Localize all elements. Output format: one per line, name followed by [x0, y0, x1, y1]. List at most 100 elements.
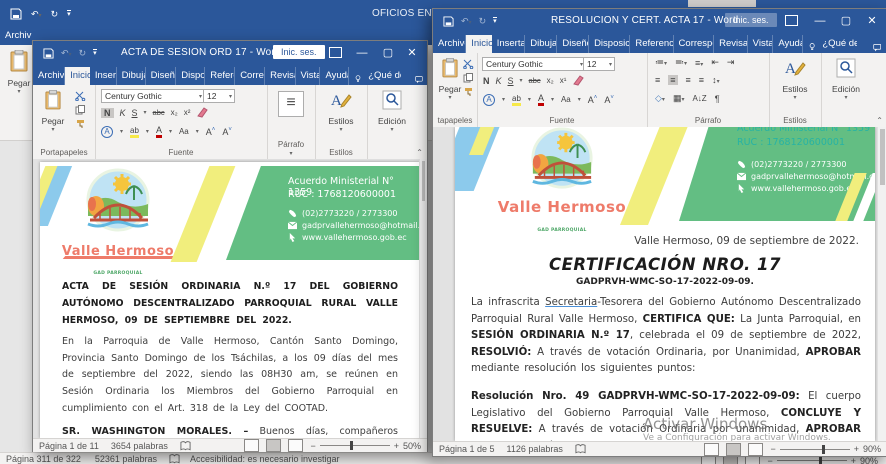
- zoom-slider[interactable]: [777, 460, 847, 461]
- save-icon[interactable]: [43, 48, 54, 59]
- styles-button[interactable]: A Estilos▾: [324, 90, 358, 133]
- tab-archivo[interactable]: Archivo: [433, 35, 466, 53]
- align-right-button[interactable]: ≡: [686, 75, 691, 85]
- format-painter-icon[interactable]: [463, 87, 474, 97]
- ribbon-display-options-icon[interactable]: [329, 47, 342, 58]
- undo-icon[interactable]: ↶▾: [31, 9, 42, 20]
- right-vertical-scrollbar[interactable]: [877, 127, 886, 441]
- web-layout-icon[interactable]: [288, 439, 303, 452]
- close-button[interactable]: ✕: [857, 9, 886, 33]
- save-icon[interactable]: [10, 8, 22, 20]
- tab-dibujar[interactable]: Dibujar: [525, 35, 557, 53]
- copy-icon[interactable]: [463, 73, 474, 83]
- tab-inicio[interactable]: Inicio: [65, 67, 90, 85]
- align-left-button[interactable]: ≡: [655, 75, 660, 85]
- font-size-select[interactable]: 12▾: [203, 89, 235, 103]
- tab-vista[interactable]: Vista: [748, 35, 774, 53]
- editing-button[interactable]: Edición▾: [375, 90, 409, 133]
- zoom-out-button[interactable]: −: [770, 444, 775, 454]
- clear-formatting-icon[interactable]: [572, 75, 584, 86]
- tab-correspondencia[interactable]: Corres: [235, 67, 265, 85]
- line-spacing-button[interactable]: ↕▾: [712, 75, 720, 85]
- align-center-button[interactable]: ≡: [668, 75, 677, 85]
- italic-button[interactable]: K: [496, 76, 502, 86]
- font-color-button[interactable]: A: [156, 125, 162, 138]
- read-mode-icon[interactable]: [244, 439, 259, 452]
- tab-ayuda[interactable]: Ayuda: [773, 35, 803, 53]
- background-page-indicator[interactable]: Página 311 de 322: [6, 454, 81, 464]
- redo-icon[interactable]: ↻: [79, 48, 87, 59]
- tab-diseno[interactable]: Diseño: [557, 35, 589, 53]
- tab-disposicion[interactable]: Disposició: [589, 35, 630, 53]
- left-word-count[interactable]: 3654 palabras: [111, 441, 168, 451]
- right-zoom-level[interactable]: 90%: [863, 444, 881, 454]
- right-signin-button[interactable]: Inic. ses.: [725, 13, 777, 27]
- customize-qat-icon[interactable]: ▾: [93, 49, 97, 57]
- collapse-ribbon-icon[interactable]: ⌃: [876, 116, 883, 125]
- tab-archivo-background[interactable]: Archiv: [0, 29, 36, 45]
- change-case-button[interactable]: Aa: [179, 127, 189, 136]
- right-document-page[interactable]: Valle Hermoso GAD PARROQUIAL Acuerdo Min…: [455, 127, 875, 441]
- tab-revisar[interactable]: Revisa: [265, 67, 295, 85]
- zoom-slider[interactable]: [780, 449, 850, 450]
- grow-font-button[interactable]: A˄: [206, 127, 216, 137]
- ribbon-display-options-icon[interactable]: [785, 15, 798, 26]
- left-zoom-level[interactable]: 50%: [403, 441, 421, 451]
- text-effects-button[interactable]: A: [101, 126, 113, 138]
- paste-button-background[interactable]: Pegar ▾: [2, 50, 36, 95]
- underline-button[interactable]: S: [508, 76, 514, 86]
- cut-icon[interactable]: [75, 91, 86, 101]
- zoom-in-button[interactable]: +: [394, 441, 399, 451]
- proofing-icon[interactable]: [180, 441, 191, 451]
- shrink-font-button[interactable]: A˅: [222, 127, 232, 137]
- font-size-select[interactable]: 12▾: [583, 57, 615, 71]
- tab-referencias[interactable]: Refere: [205, 67, 235, 85]
- redo-icon[interactable]: ↻: [479, 16, 487, 27]
- strikethrough-button[interactable]: abc: [529, 76, 541, 85]
- customize-qat-icon[interactable]: ▾: [67, 10, 71, 19]
- tab-diseno[interactable]: Diseño: [146, 67, 177, 85]
- paste-button[interactable]: Pegar▾: [433, 58, 467, 101]
- close-button[interactable]: ✕: [397, 41, 427, 65]
- comments-icon[interactable]: [873, 42, 881, 53]
- shading-button[interactable]: ◇▾: [655, 93, 665, 104]
- font-name-select[interactable]: Century Gothic▾: [101, 89, 205, 103]
- tell-me-lightbulb-icon[interactable]: [355, 73, 361, 85]
- right-page-indicator[interactable]: Página 1 de 5: [439, 444, 495, 454]
- redo-icon[interactable]: ↻: [51, 9, 59, 20]
- show-paragraph-marks-button[interactable]: ¶: [715, 94, 720, 104]
- tab-referencias[interactable]: Referencia: [630, 35, 673, 53]
- subscript-button[interactable]: x₂: [171, 108, 178, 117]
- left-page-indicator[interactable]: Página 1 de 11: [39, 441, 99, 451]
- save-icon[interactable]: [443, 16, 454, 27]
- proofing-icon[interactable]: [575, 444, 586, 454]
- cut-icon[interactable]: [463, 59, 474, 69]
- print-layout-icon[interactable]: [726, 443, 741, 456]
- decrease-indent-button[interactable]: ⇤: [711, 57, 719, 68]
- paste-button[interactable]: Pegar▾: [36, 90, 70, 133]
- text-effects-button[interactable]: A: [483, 94, 495, 106]
- font-color-button[interactable]: A: [538, 93, 544, 106]
- clear-formatting-icon[interactable]: [196, 107, 208, 118]
- left-signin-button[interactable]: Inic. ses.: [273, 45, 325, 59]
- grow-font-button[interactable]: A˄: [588, 95, 598, 105]
- proofing-icon[interactable]: [169, 454, 180, 464]
- undo-icon[interactable]: ↶▾: [61, 48, 72, 59]
- bold-button[interactable]: N: [483, 76, 490, 86]
- superscript-button[interactable]: x¹: [560, 76, 567, 85]
- zoom-out-button[interactable]: −: [310, 441, 315, 451]
- collapse-ribbon-icon[interactable]: ⌃: [416, 148, 423, 157]
- tab-vista[interactable]: Vista: [296, 67, 321, 85]
- copy-icon[interactable]: [75, 105, 86, 115]
- tab-insertar[interactable]: Insert: [90, 67, 117, 85]
- highlight-button[interactable]: ab: [512, 94, 521, 106]
- tell-me-box[interactable]: ¿Qué des: [363, 67, 401, 85]
- tab-archivo[interactable]: Archivo: [33, 67, 65, 85]
- tab-inicio[interactable]: Inicio: [466, 35, 492, 53]
- editing-button[interactable]: Edición▾: [829, 58, 863, 101]
- italic-button[interactable]: K: [120, 108, 126, 118]
- bullets-button[interactable]: ≔▾: [655, 57, 667, 68]
- tab-correspondencia[interactable]: Correspor: [674, 35, 715, 53]
- strikethrough-button[interactable]: abc: [153, 108, 165, 117]
- web-layout-icon[interactable]: [748, 443, 763, 456]
